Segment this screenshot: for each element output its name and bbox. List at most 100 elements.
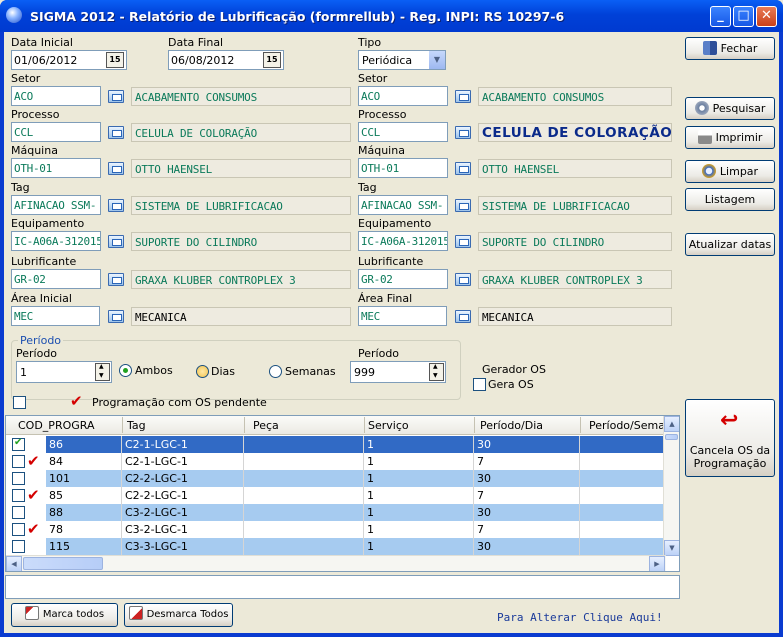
calendar-icon[interactable]: 15	[263, 52, 281, 68]
lookup-icon[interactable]	[455, 310, 471, 323]
atualizar-datas-button[interactable]: Atualizar datas	[685, 233, 775, 256]
minimize-button[interactable]: _	[710, 6, 731, 27]
filter-code-field[interactable]: ACO	[358, 86, 448, 106]
row-checkbox[interactable]	[12, 523, 25, 536]
col-header-tag[interactable]: Tag	[127, 419, 146, 432]
col-header-peca[interactable]: Peça	[253, 419, 279, 432]
cell-dia: 7	[474, 453, 580, 470]
periodo-stepper-1[interactable]: 1	[16, 361, 112, 383]
cell-peca	[244, 487, 364, 504]
alterar-link[interactable]: Para Alterar Clique Aqui!	[497, 611, 663, 624]
gera-os-checkbox[interactable]	[473, 378, 486, 391]
table-row[interactable]: ✔ 78 C3-2-LGC-1 1 7	[6, 521, 666, 538]
filter-code-field[interactable]: AFINACAO SSM-	[358, 195, 448, 215]
filter-code-field[interactable]: ACO	[11, 86, 101, 106]
scroll-left-icon[interactable]: ◀	[6, 556, 22, 571]
filter-description: OTTO HAENSEL	[131, 159, 351, 178]
red-check-icon: ✔	[27, 520, 40, 538]
calendar-icon[interactable]: 15	[106, 52, 124, 68]
tipo-select[interactable]: Periódica ▼	[358, 50, 446, 70]
table-row[interactable]: ✔ 84 C2-1-LGC-1 1 7	[6, 453, 666, 470]
scroll-thumb[interactable]	[665, 434, 678, 440]
spinner-icon[interactable]	[95, 363, 110, 381]
cell-peca	[244, 436, 364, 453]
lookup-icon[interactable]	[455, 235, 471, 248]
chevron-down-icon[interactable]: ▼	[428, 51, 445, 69]
horizontal-scrollbar[interactable]: ◀ ▶	[6, 555, 666, 571]
filter-description: GRAXA KLUBER CONTROPLEX 3	[131, 270, 351, 289]
lookup-icon[interactable]	[455, 199, 471, 212]
filter-code-field[interactable]: MEC	[11, 306, 100, 326]
col-header-periodo-dia[interactable]: Período/Dia	[480, 419, 543, 432]
cancela-os-button[interactable]: ↩ Cancela OS da Programação	[685, 399, 775, 477]
lookup-icon[interactable]	[455, 162, 471, 175]
radio-ambos[interactable]	[119, 364, 132, 377]
cell-sem	[580, 470, 666, 487]
table-row[interactable]: 88 C3-2-LGC-1 1 30	[6, 504, 666, 521]
filter-code-field[interactable]: CCL	[358, 122, 448, 142]
cell-peca	[244, 470, 364, 487]
lookup-icon[interactable]	[455, 90, 471, 103]
radio-dias[interactable]	[196, 365, 209, 378]
lookup-icon[interactable]	[108, 90, 124, 103]
pendente-checkbox[interactable]	[13, 396, 26, 409]
filter-code-field[interactable]: IC-A06A-312015	[11, 231, 101, 251]
scroll-down-icon[interactable]: ▼	[664, 540, 679, 556]
col-header-periodo-semana[interactable]: Período/Semar	[589, 419, 669, 432]
scroll-up-icon[interactable]: ▲	[664, 416, 679, 432]
close-button[interactable]: ✕	[756, 6, 777, 27]
radio-semanas[interactable]	[269, 365, 282, 378]
filter-code-field[interactable]: MEC	[358, 306, 447, 326]
row-checkbox[interactable]	[12, 437, 25, 451]
printer-icon	[697, 130, 712, 144]
app-icon[interactable]	[6, 7, 22, 23]
periodo-label-1: Período	[16, 347, 58, 360]
filter-code-field[interactable]: IC-A06A-312015	[358, 231, 448, 251]
row-checkbox[interactable]	[12, 455, 25, 468]
scroll-right-icon[interactable]: ▶	[649, 556, 665, 571]
cell-servico: 1	[364, 504, 474, 521]
lookup-icon[interactable]	[108, 235, 124, 248]
fechar-button[interactable]: Fechar	[685, 37, 775, 60]
filter-code-field[interactable]: CCL	[11, 122, 101, 142]
col-header-cod[interactable]: COD_PROGRA	[18, 419, 95, 432]
listagem-button[interactable]: Listagem	[685, 188, 775, 211]
table-row[interactable]: ✔ 85 C2-2-LGC-1 1 7	[6, 487, 666, 504]
filter-code-field[interactable]: OTH-01	[358, 158, 448, 178]
row-checkbox[interactable]	[12, 540, 25, 553]
lookup-icon[interactable]	[108, 126, 124, 139]
title-bar[interactable]: SIGMA 2012 - Relatório de Lubrificação (…	[0, 0, 783, 32]
gera-os-label: Gera OS	[488, 378, 534, 391]
filter-code-field[interactable]: AFINACAO SSM-	[11, 195, 101, 215]
lookup-icon[interactable]	[455, 126, 471, 139]
table-row[interactable]: 115 C3-3-LGC-1 1 30	[6, 538, 666, 555]
pesquisar-button[interactable]: Pesquisar	[685, 97, 775, 120]
col-header-servico[interactable]: Serviço	[368, 419, 409, 432]
marca-todos-button[interactable]: Marca todos	[11, 603, 118, 627]
row-checkbox[interactable]	[12, 506, 25, 519]
filter-code-field[interactable]: GR-02	[358, 269, 448, 289]
spinner-icon[interactable]	[429, 363, 444, 381]
desmarca-todos-button[interactable]: Desmarca Todos	[124, 603, 233, 627]
programacao-grid[interactable]: COD_PROGRA Tag Peça Serviço Período/Dia …	[5, 415, 680, 572]
imprimir-button[interactable]: Imprimir	[685, 126, 775, 149]
row-checkbox[interactable]	[12, 489, 25, 502]
filter-code-field[interactable]: OTH-01	[11, 158, 101, 178]
maximize-button[interactable]: □	[733, 6, 754, 27]
cell-tag: C2-1-LGC-1	[122, 436, 244, 453]
table-row[interactable]: 101 C2-2-LGC-1 1 30	[6, 470, 666, 487]
lookup-icon[interactable]	[455, 273, 471, 286]
scroll-thumb[interactable]	[23, 557, 103, 570]
lookup-icon[interactable]	[108, 273, 124, 286]
vertical-scrollbar[interactable]: ▲ ▼	[663, 416, 679, 556]
filter-code-field[interactable]: GR-02	[11, 269, 101, 289]
filter-description: MECANICA	[478, 307, 672, 326]
lookup-icon[interactable]	[108, 199, 124, 212]
lookup-icon[interactable]	[108, 310, 124, 323]
periodo-stepper-2[interactable]: 999	[350, 361, 446, 383]
table-row[interactable]: 86C2-1-LGC-1 130	[6, 436, 666, 453]
lookup-icon[interactable]	[108, 162, 124, 175]
limpar-button[interactable]: Limpar	[685, 160, 775, 183]
row-checkbox[interactable]	[12, 472, 25, 485]
tipo-label: Tipo	[358, 36, 382, 49]
